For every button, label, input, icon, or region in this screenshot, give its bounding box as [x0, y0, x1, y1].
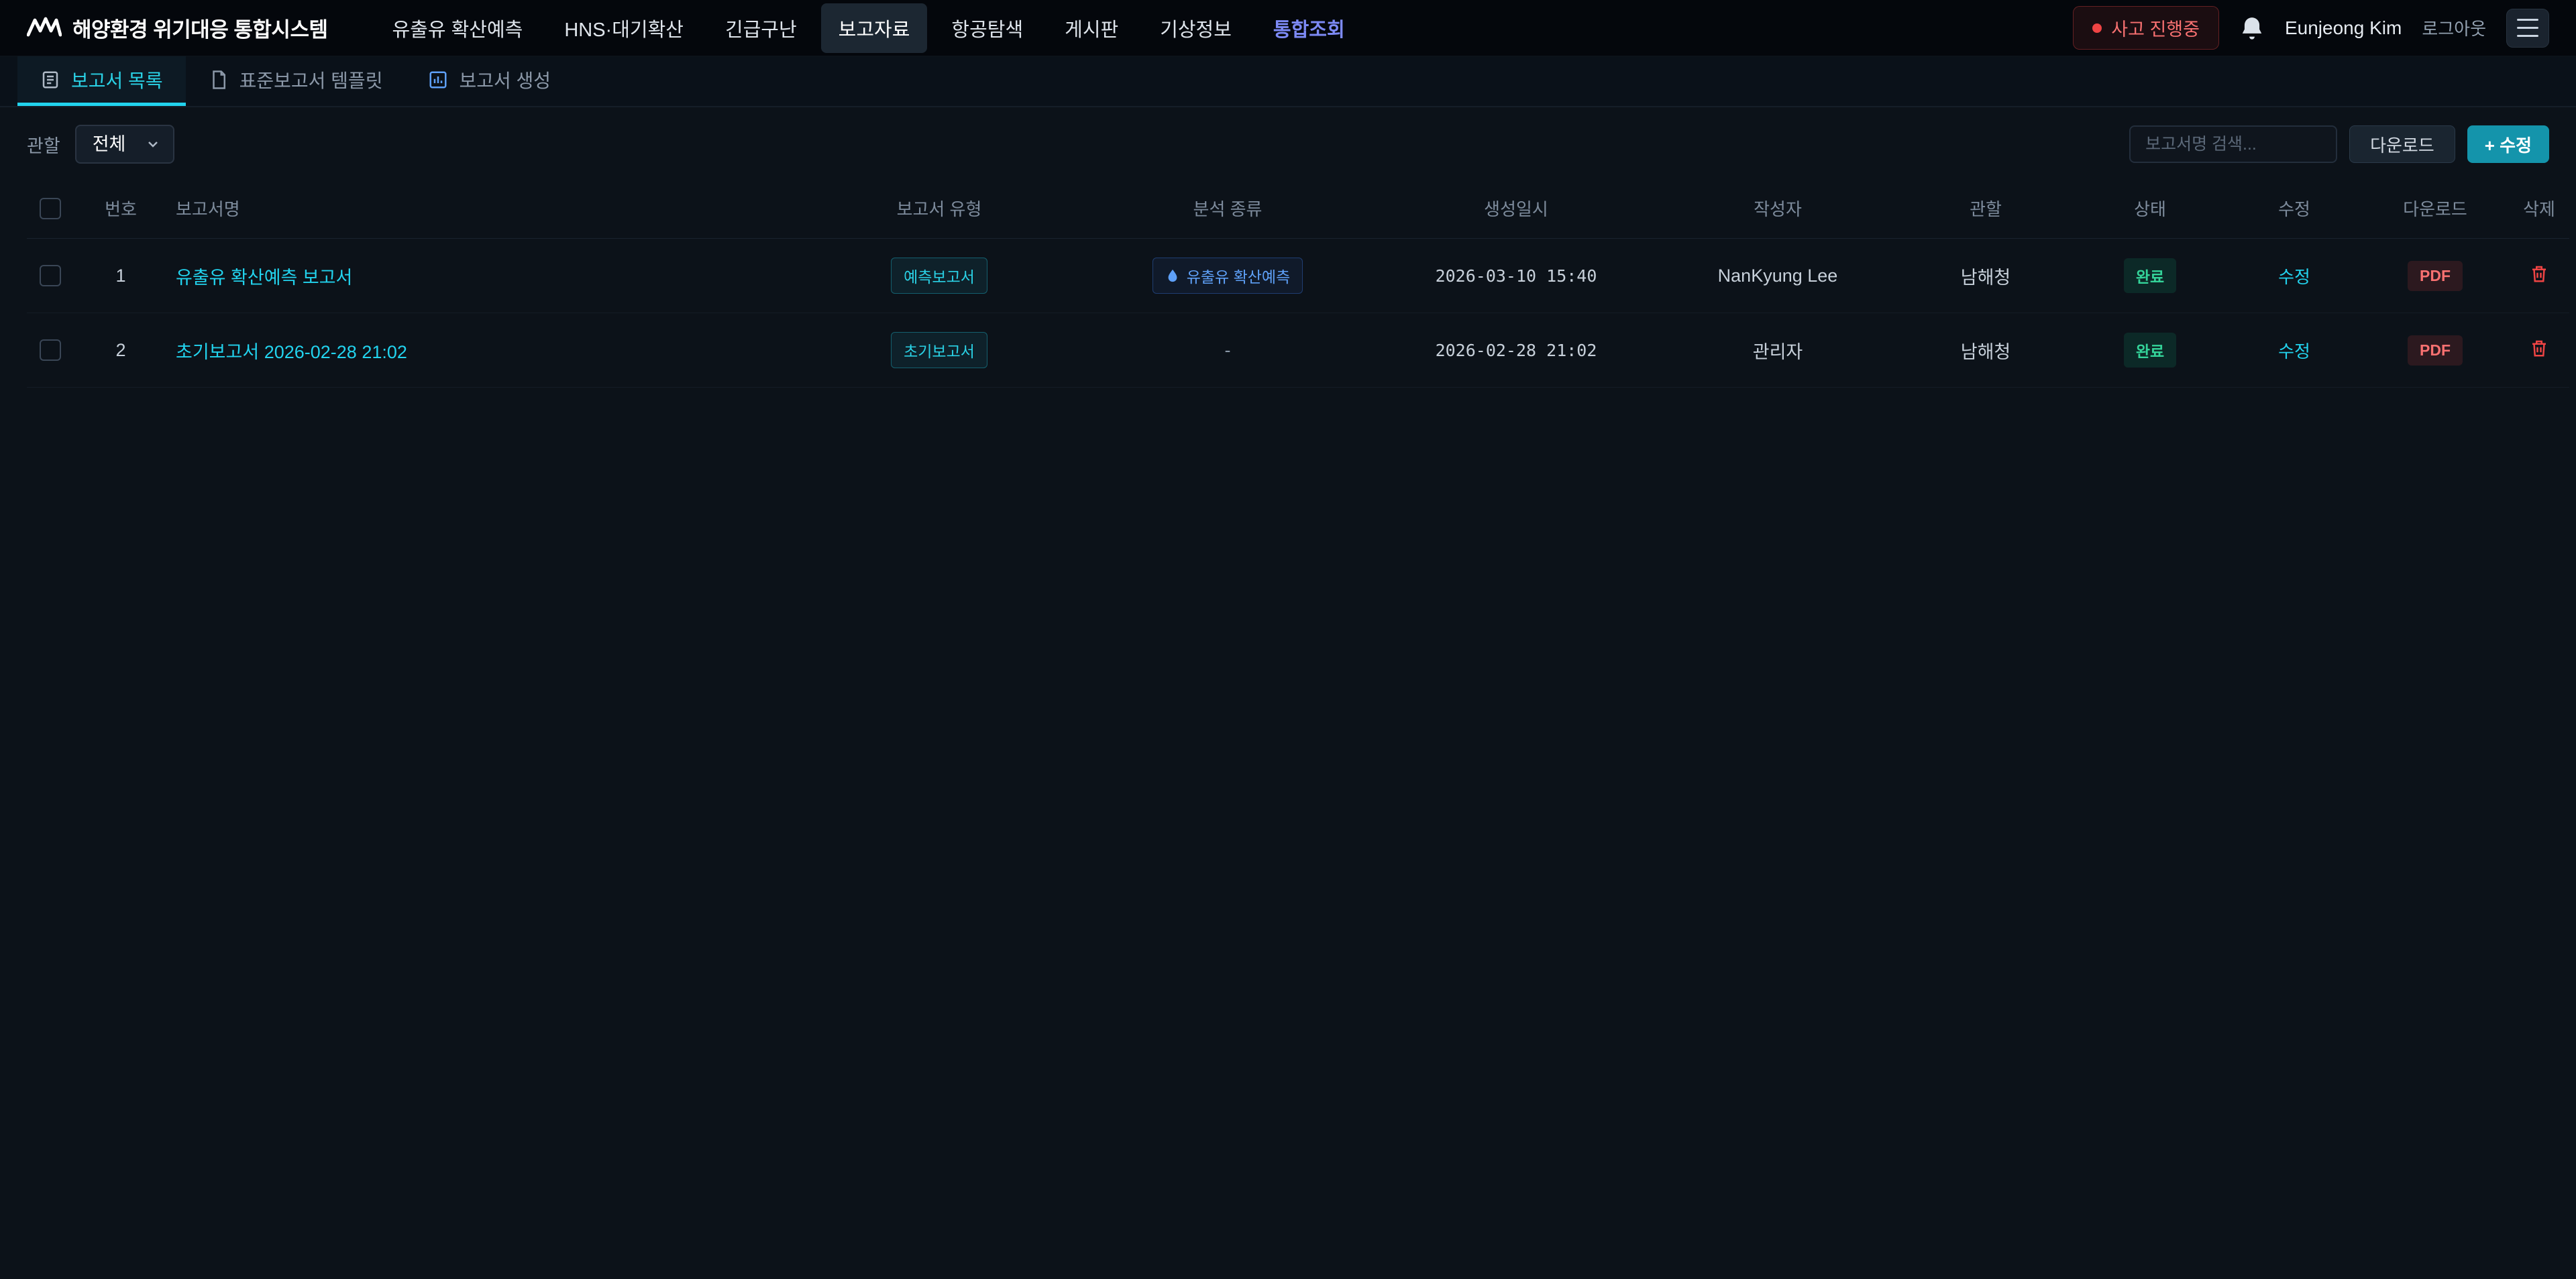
report-type-badge: 초기보고서 — [891, 332, 987, 368]
logout-button[interactable]: 로그아웃 — [2422, 15, 2486, 40]
app-title: 해양환경 위기대응 통합시스템 — [72, 13, 328, 43]
jurisdiction-value: 남해청 — [1898, 239, 2073, 313]
col-header-type: 보고서 유형 — [798, 178, 1080, 239]
delete-button[interactable] — [2529, 263, 2549, 286]
row-number: 2 — [74, 313, 168, 388]
tab-report-list-label: 보고서 목록 — [71, 66, 163, 93]
wing-logo-icon — [27, 16, 62, 40]
col-header-status: 상태 — [2073, 178, 2227, 239]
table-header-row: 번호 보고서명 보고서 유형 분석 종류 생성일시 작성자 관할 상태 수정 다… — [27, 178, 2569, 239]
edit-link[interactable]: 수정 — [2278, 267, 2310, 287]
jurisdiction-select[interactable]: 전체 — [75, 125, 174, 164]
filter-row: 관할 전체 다운로드 + 수정 — [0, 107, 2576, 178]
user-name: Eunjeong Kim — [2285, 17, 2402, 39]
nav-item-weather-info[interactable]: 기상정보 — [1142, 3, 1249, 53]
col-header-jurisdiction: 관할 — [1898, 178, 2073, 239]
col-header-name: 보고서명 — [168, 178, 798, 239]
created-datetime: 2026-03-10 15:40 — [1375, 239, 1657, 313]
status-badge: 완료 — [2124, 258, 2176, 293]
jurisdiction-value: 남해청 — [1898, 313, 2073, 388]
notification-bell-button[interactable] — [2239, 15, 2265, 41]
col-header-no: 번호 — [74, 178, 168, 239]
document-icon — [209, 70, 229, 90]
trash-icon — [2529, 337, 2549, 359]
report-tabbar: 보고서 목록 표준보고서 템플릿 보고서 생성 — [0, 56, 2576, 107]
report-name-link[interactable]: 초기보고서 2026-02-28 21:02 — [176, 342, 407, 362]
col-header-created: 생성일시 — [1375, 178, 1657, 239]
analysis-type-badge: 유출유 확산예측 — [1152, 258, 1303, 294]
nav-item-hns-atmospheric[interactable]: HNS·대기확산 — [547, 3, 701, 53]
nav-item-emergency-rescue[interactable]: 긴급구난 — [708, 3, 814, 53]
status-badge: 완료 — [2124, 333, 2176, 368]
droplet-icon — [1165, 268, 1180, 283]
tab-standard-template-label: 표준보고서 템플릿 — [239, 66, 383, 93]
create-button[interactable]: + 수정 — [2467, 125, 2549, 163]
col-header-analysis: 분석 종류 — [1080, 178, 1375, 239]
report-type-badge: 예측보고서 — [891, 258, 987, 294]
analysis-type-empty: - — [1225, 340, 1231, 360]
tab-report-list[interactable]: 보고서 목록 — [17, 56, 186, 106]
hamburger-icon — [2517, 19, 2538, 21]
hamburger-menu-button[interactable] — [2506, 9, 2549, 48]
row-checkbox[interactable] — [40, 265, 61, 286]
report-table: 번호 보고서명 보고서 유형 분석 종류 생성일시 작성자 관할 상태 수정 다… — [27, 178, 2569, 388]
report-name-link[interactable]: 유출유 확산예측 보고서 — [176, 268, 352, 288]
nav-item-oil-spill-prediction[interactable]: 유출유 확산예측 — [375, 3, 541, 53]
incident-badge-label: 사고 진행중 — [2111, 15, 2200, 41]
pdf-download-badge[interactable]: PDF — [2408, 335, 2463, 366]
incident-in-progress-badge: 사고 진행중 — [2073, 6, 2219, 50]
nav-item-integrated-inquiry[interactable]: 통합조회 — [1256, 3, 1362, 53]
table-row: 2 초기보고서 2026-02-28 21:02 초기보고서 - 2026-02… — [27, 313, 2569, 388]
col-header-author: 작성자 — [1657, 178, 1898, 239]
tab-create-report-label: 보고서 생성 — [459, 66, 551, 93]
created-datetime: 2026-02-28 21:02 — [1375, 313, 1657, 388]
row-number: 1 — [74, 239, 168, 313]
tab-standard-template[interactable]: 표준보고서 템플릿 — [186, 56, 406, 106]
jurisdiction-filter-label: 관할 — [27, 131, 60, 158]
col-header-delete: 삭제 — [2509, 178, 2569, 239]
trash-icon — [2529, 263, 2549, 284]
edit-link[interactable]: 수정 — [2278, 341, 2310, 362]
download-button[interactable]: 다운로드 — [2349, 125, 2455, 163]
bell-icon — [2239, 15, 2265, 41]
nav-item-aerial-search[interactable]: 항공탐색 — [934, 3, 1040, 53]
nav-item-reports[interactable]: 보고자료 — [821, 3, 928, 53]
tab-create-report[interactable]: 보고서 생성 — [405, 56, 574, 106]
chart-report-icon — [428, 70, 448, 90]
list-icon — [40, 70, 60, 90]
incident-dot-icon — [2092, 23, 2102, 33]
app-logo: 해양환경 위기대응 통합시스템 — [27, 13, 328, 43]
col-header-edit: 수정 — [2227, 178, 2361, 239]
col-header-download: 다운로드 — [2361, 178, 2509, 239]
select-all-checkbox[interactable] — [40, 198, 61, 219]
table-row: 1 유출유 확산예측 보고서 예측보고서 유출유 확산예측 2026-03-10… — [27, 239, 2569, 313]
top-nav: 해양환경 위기대응 통합시스템 유출유 확산예측 HNS·대기확산 긴급구난 보… — [0, 0, 2576, 56]
main-menu: 유출유 확산예측 HNS·대기확산 긴급구난 보고자료 항공탐색 게시판 기상정… — [375, 3, 1362, 53]
report-search-input[interactable] — [2129, 125, 2337, 163]
author-name: NanKyung Lee — [1657, 239, 1898, 313]
delete-button[interactable] — [2529, 337, 2549, 361]
pdf-download-badge[interactable]: PDF — [2408, 261, 2463, 291]
row-checkbox[interactable] — [40, 339, 61, 361]
nav-item-board[interactable]: 게시판 — [1047, 3, 1136, 53]
author-name: 관리자 — [1657, 313, 1898, 388]
